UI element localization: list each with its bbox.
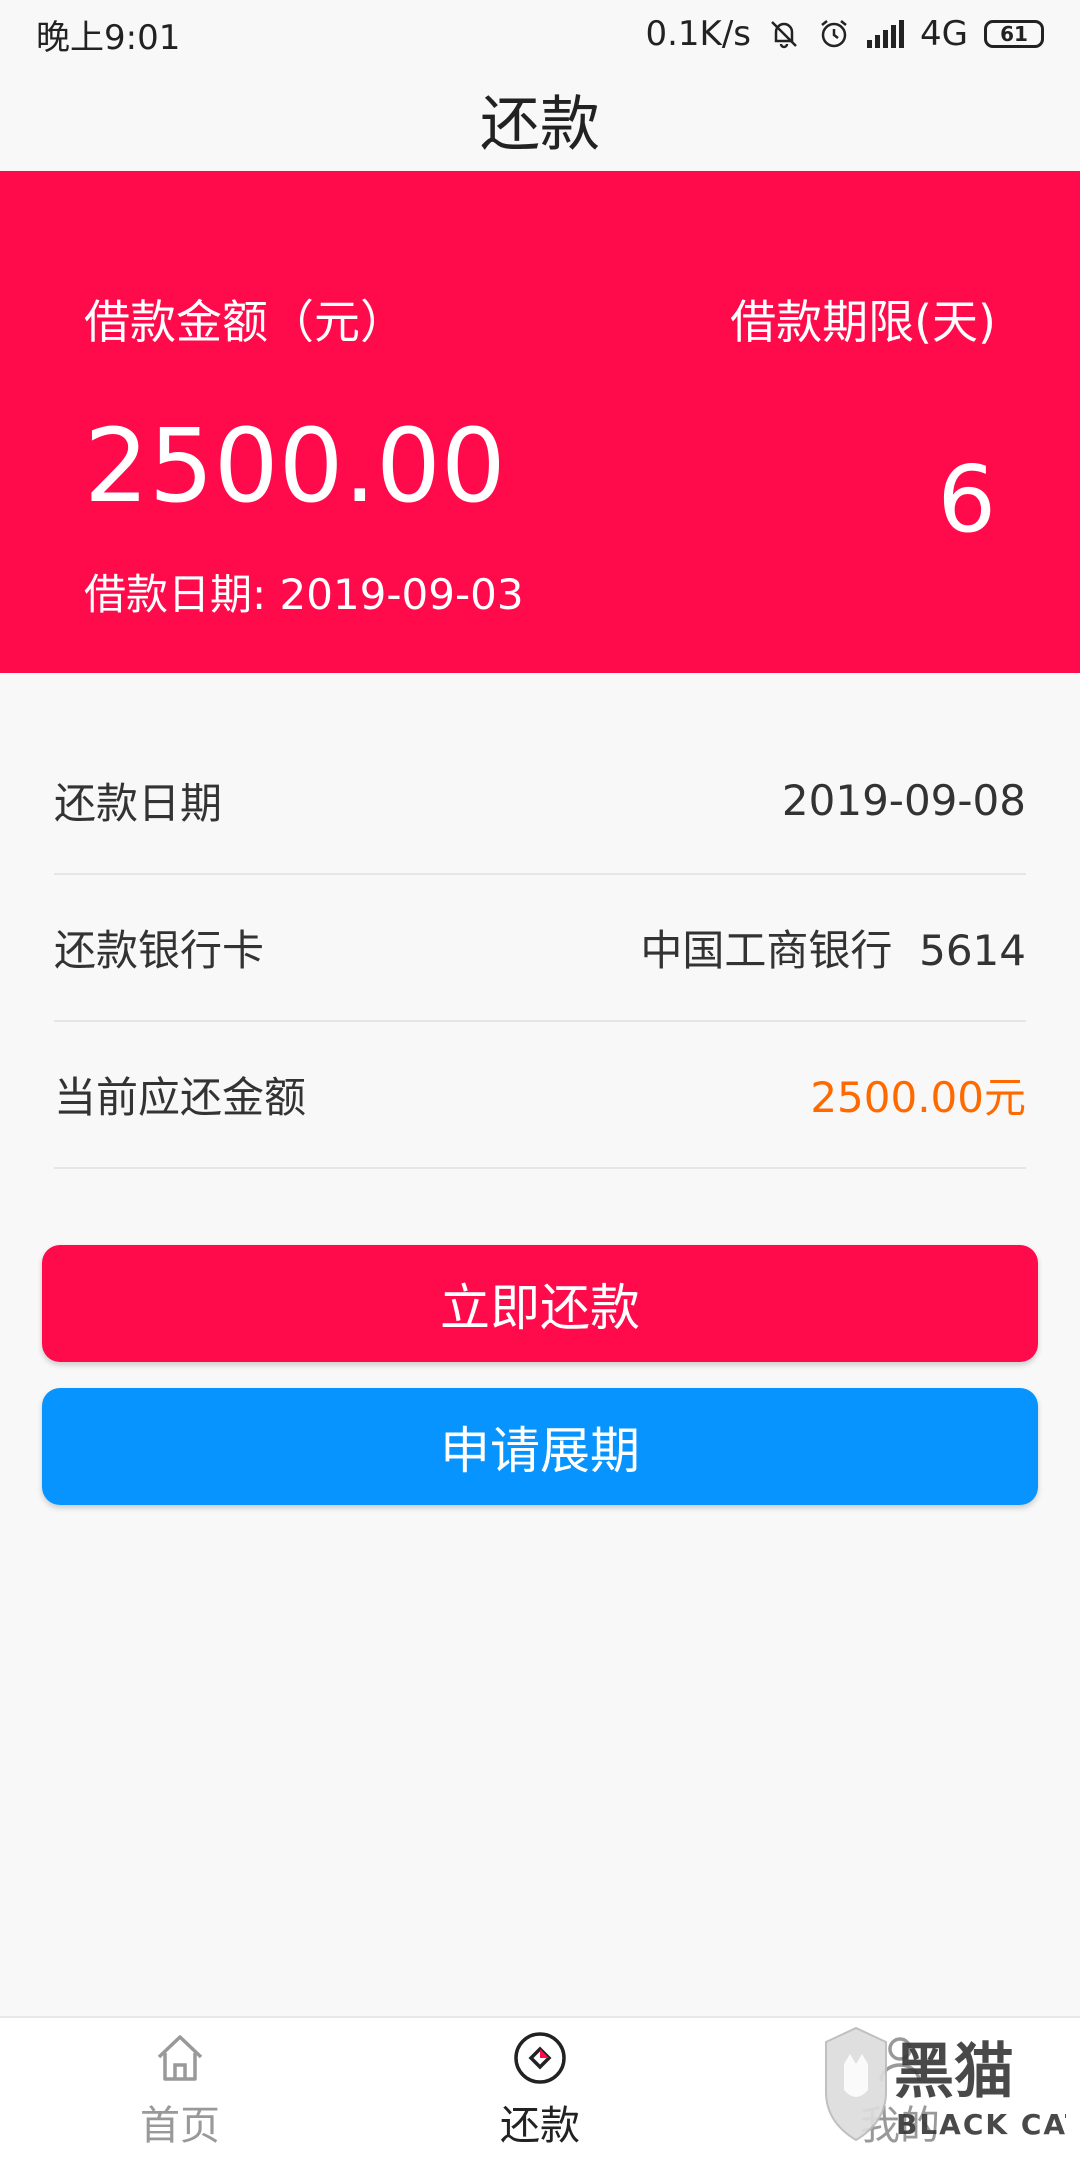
loan-amount-value: 2500.00 bbox=[84, 407, 506, 526]
home-icon bbox=[157, 2035, 203, 2081]
bank-card-value: 中国工商银行 5614 bbox=[640, 926, 1026, 975]
mute-bell-icon bbox=[771, 21, 797, 49]
loan-term-label: 借款期限(天) bbox=[730, 295, 996, 349]
repay-date-value: 2019-09-08 bbox=[781, 776, 1026, 825]
repay-date-row: 还款日期 2019-09-08 bbox=[54, 728, 1026, 875]
svg-text:黑猫: 黑猫 bbox=[894, 2037, 1014, 2107]
amount-due-value: 2500.00元 bbox=[810, 1073, 1026, 1122]
network-type: 4G bbox=[920, 14, 968, 54]
amount-due-label: 当前应还金额 bbox=[54, 1073, 307, 1122]
amount-due-row: 当前应还金额 2500.00元 bbox=[54, 1022, 1026, 1169]
black-cat-watermark-logo: 黑猫 BLACK CAT bbox=[825, 2026, 1066, 2142]
tab-repay[interactable]: 还款 bbox=[360, 2018, 720, 2162]
battery-level: 61 bbox=[1000, 22, 1028, 46]
status-time: 晚上9:01 bbox=[36, 17, 181, 58]
bank-card-row: 还款银行卡 中国工商银行 5614 bbox=[54, 875, 1026, 1022]
tab-home[interactable]: 首页 bbox=[0, 2018, 360, 2162]
loan-date: 借款日期: 2019-09-03 bbox=[84, 570, 524, 619]
page-title: 还款 bbox=[480, 89, 600, 160]
tab-home-label: 首页 bbox=[140, 2103, 220, 2149]
status-bar: 晚上9:01 0.1K/s 4G 61 bbox=[0, 0, 1080, 68]
loan-amount-label: 借款金额（元） bbox=[84, 295, 406, 349]
loan-term-value: 6 bbox=[937, 446, 996, 553]
alarm-icon bbox=[821, 20, 847, 48]
svg-text:BLACK CAT: BLACK CAT bbox=[896, 2108, 1066, 2141]
repay-now-button[interactable]: 立即还款 bbox=[42, 1245, 1038, 1362]
repay-icon bbox=[514, 2032, 566, 2084]
signal-icon bbox=[867, 20, 905, 48]
net-speed: 0.1K/s bbox=[645, 14, 752, 54]
page-title-bar: 还款 bbox=[0, 68, 1080, 170]
apply-extension-button[interactable]: 申请展期 bbox=[42, 1388, 1038, 1505]
battery-icon: 61 bbox=[984, 20, 1044, 48]
repayment-info-list: 还款日期 2019-09-08 还款银行卡 中国工商银行 5614 当前应还金额… bbox=[54, 728, 1026, 1169]
repay-date-label: 还款日期 bbox=[54, 779, 223, 828]
tab-repay-label: 还款 bbox=[500, 2103, 580, 2149]
bank-card-label: 还款银行卡 bbox=[54, 926, 265, 975]
status-icons: 0.1K/s 4G 61 bbox=[645, 14, 1044, 54]
loan-summary-card: 借款金额（元） 借款期限(天) 2500.00 6 借款日期: 2019-09-… bbox=[0, 171, 1080, 673]
